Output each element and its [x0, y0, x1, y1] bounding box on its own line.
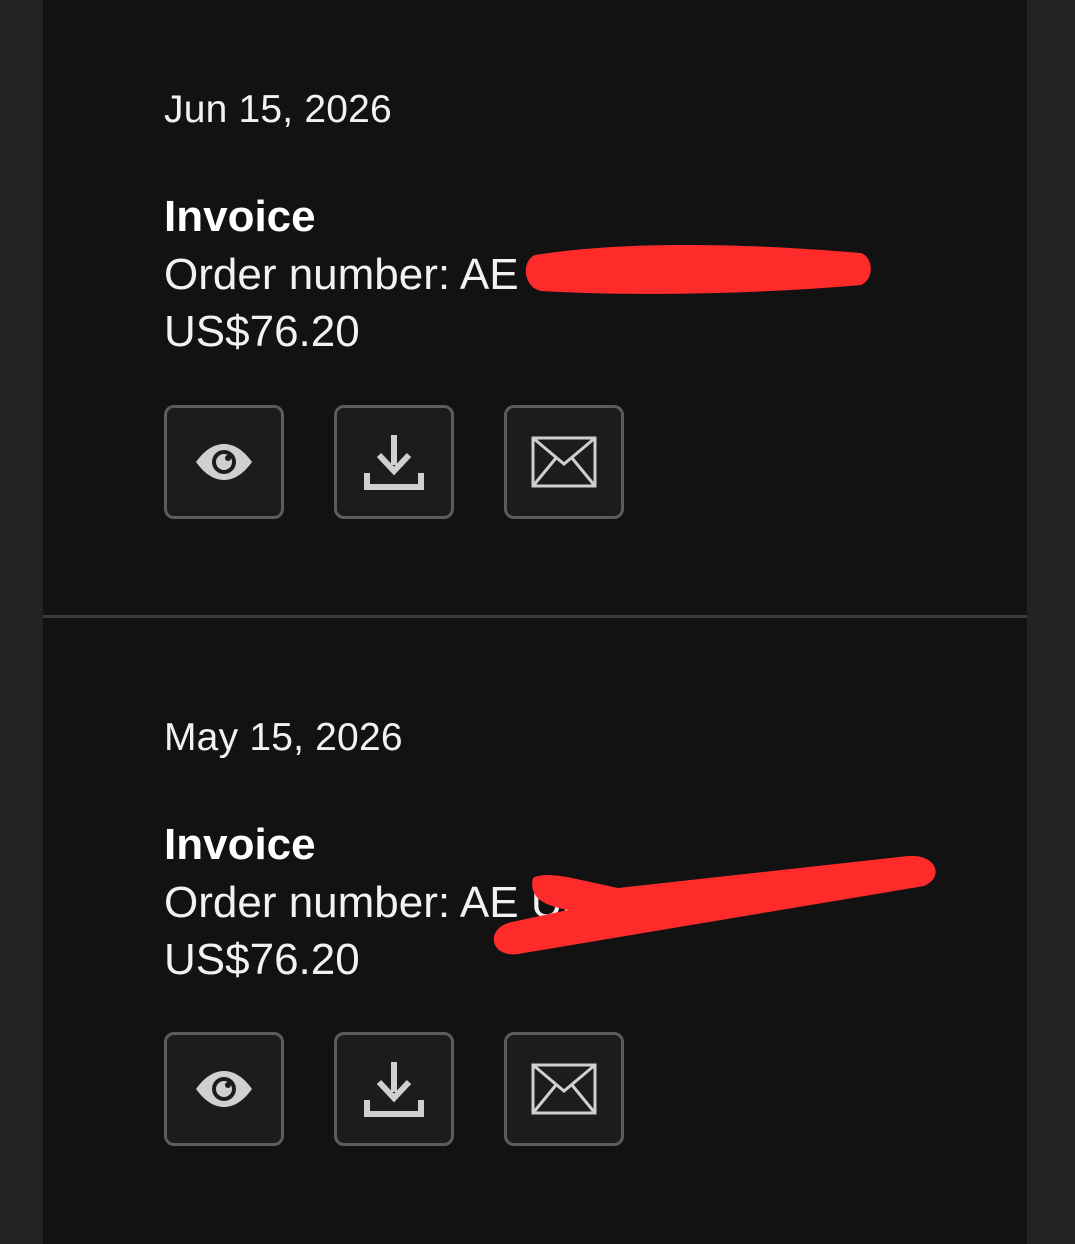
invoice-actions [164, 405, 624, 519]
envelope-icon [531, 436, 597, 488]
invoice-actions [164, 1032, 624, 1146]
invoice-amount: US$76.20 [164, 307, 360, 356]
download-icon [364, 1062, 424, 1117]
invoice-card: May 15, 2026 Invoice Order number: AE US… [43, 618, 1027, 1244]
order-number: Order number: AE S [164, 250, 561, 299]
download-invoice-button[interactable] [334, 1032, 454, 1146]
invoice-date: May 15, 2026 [164, 716, 403, 759]
download-invoice-button[interactable] [334, 405, 454, 519]
invoice-title: Invoice [164, 192, 316, 241]
order-number: Order number: AE US [164, 878, 592, 927]
invoice-date: Jun 15, 2026 [164, 88, 392, 131]
view-invoice-button[interactable] [164, 405, 284, 519]
email-invoice-button[interactable] [504, 1032, 624, 1146]
view-invoice-button[interactable] [164, 1032, 284, 1146]
redaction-mark [525, 244, 871, 294]
billing-history-page: Jun 15, 2026 Invoice Order number: AE S … [0, 0, 1075, 1244]
invoice-card: Jun 15, 2026 Invoice Order number: AE S … [43, 0, 1027, 615]
eye-icon [196, 444, 252, 480]
invoice-title: Invoice [164, 820, 316, 869]
email-invoice-button[interactable] [504, 405, 624, 519]
eye-icon [196, 1071, 252, 1107]
download-icon [364, 435, 424, 490]
invoice-amount: US$76.20 [164, 935, 360, 984]
envelope-icon [531, 1063, 597, 1115]
